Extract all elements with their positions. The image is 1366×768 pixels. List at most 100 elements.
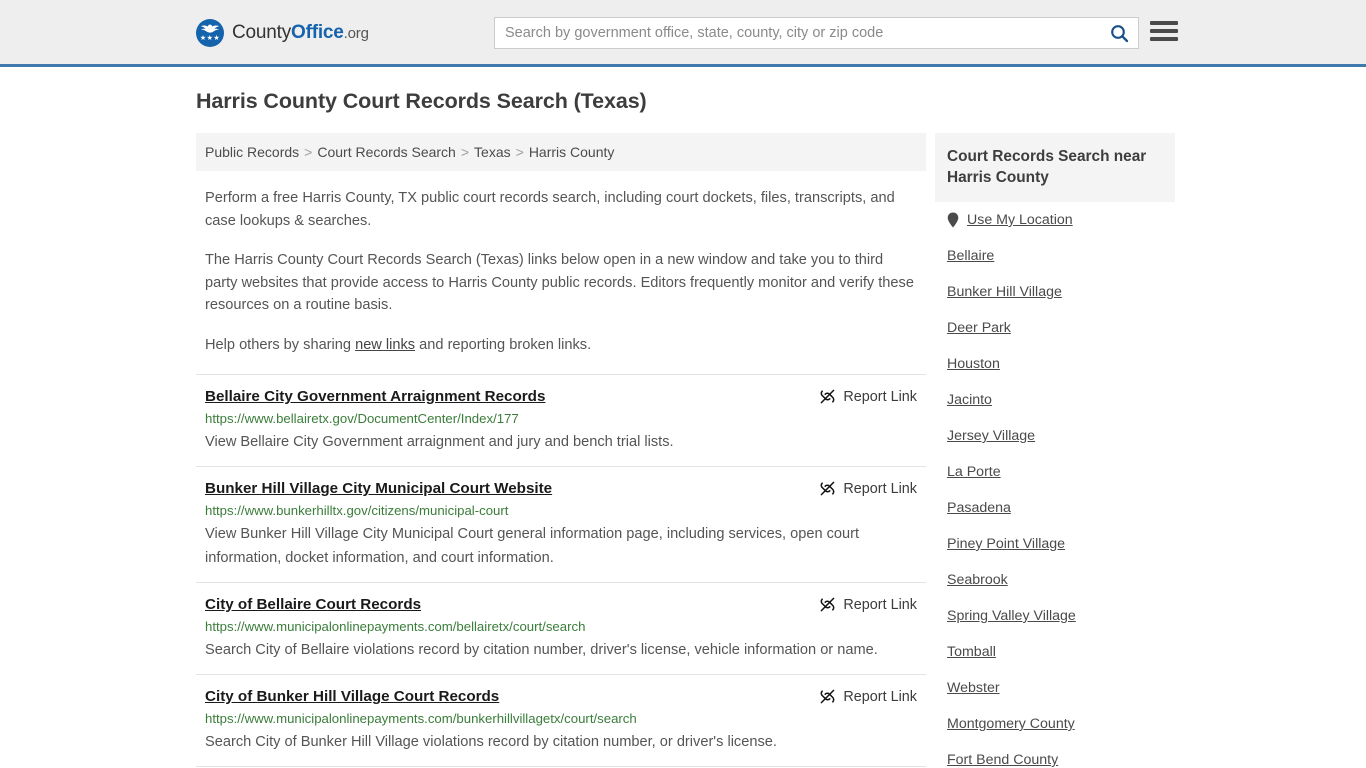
stars-icon: ★★★ <box>199 35 221 42</box>
sidebar-item-fort-bend-county[interactable]: Fort Bend County <box>947 742 1163 768</box>
breadcrumb-separator: > <box>460 144 470 160</box>
sidebar-link[interactable]: Tomball <box>947 644 996 660</box>
sidebar-link[interactable]: Pasadena <box>947 500 1011 516</box>
broken-link-icon <box>820 597 835 612</box>
breadcrumb-item-public-records[interactable]: Public Records <box>205 144 299 160</box>
sidebar-link[interactable]: Bellaire <box>947 248 994 264</box>
result-header: City of Bunker Hill Village Court Record… <box>205 687 917 707</box>
result-item: Bellaire City Government Arraignment Rec… <box>196 374 926 466</box>
sidebar-item-bunker-hill-village[interactable]: Bunker Hill Village <box>947 274 1163 310</box>
result-description: View Bunker Hill Village City Municipal … <box>205 526 860 566</box>
result-url: https://www.bellairetx.gov/DocumentCente… <box>205 411 519 426</box>
brand-wordmark: CountyOffice.org <box>232 22 369 44</box>
result-description: Search City of Bunker Hill Village viola… <box>205 734 777 750</box>
breadcrumb-item-court-records-search[interactable]: Court Records Search <box>317 144 456 160</box>
sidebar-link[interactable]: Houston <box>947 356 1000 372</box>
sidebar-title: Court Records Search near Harris County <box>935 133 1175 202</box>
content-row: Public Records > Court Records Search > Texa… <box>0 133 1366 768</box>
report-link-button[interactable]: Report Link <box>819 595 917 613</box>
sidebar-link[interactable]: Jersey Village <box>947 428 1035 444</box>
search-bar[interactable] <box>494 17 1139 49</box>
breadcrumb-item-harris-county[interactable]: Harris County <box>529 144 615 160</box>
report-link-button[interactable]: Report Link <box>819 479 917 497</box>
new-links-link[interactable]: new links <box>355 337 415 353</box>
result-description: View Bellaire City Government arraignmen… <box>205 434 674 450</box>
sidebar-item-pasadena[interactable]: Pasadena <box>947 490 1163 526</box>
search-icon <box>1110 24 1128 42</box>
search-button[interactable] <box>1100 18 1138 48</box>
broken-link-icon <box>820 481 835 496</box>
result-url: https://www.bunkerhilltx.gov/citizens/mu… <box>205 503 509 518</box>
sidebar-item-jersey-village[interactable]: Jersey Village <box>947 418 1163 454</box>
page-body: Harris County Court Records Search (Texa… <box>0 67 1366 768</box>
sidebar-item-spring-valley-village[interactable]: Spring Valley Village <box>947 598 1163 634</box>
report-link-label: Report Link <box>843 388 917 405</box>
sidebar-link[interactable]: Seabrook <box>947 572 1008 588</box>
sidebar-item-webster[interactable]: Webster <box>947 670 1163 706</box>
sidebar-item-bellaire[interactable]: Bellaire <box>947 238 1163 274</box>
result-title-link[interactable]: City of Bellaire Court Records <box>205 595 421 615</box>
report-link-label: Report Link <box>843 688 917 705</box>
sidebar-link[interactable]: Jacinto <box>947 392 992 408</box>
eagle-icon <box>200 24 220 33</box>
sidebar-item-piney-point-village[interactable]: Piney Point Village <box>947 526 1163 562</box>
sidebar-link[interactable]: Spring Valley Village <box>947 608 1076 624</box>
intro-section: Perform a free Harris County, TX public … <box>196 187 926 356</box>
breadcrumb-separator: > <box>515 144 524 160</box>
page-title: Harris County Court Records Search (Texa… <box>196 89 647 113</box>
report-link-label: Report Link <box>843 596 917 613</box>
hamburger-menu-icon[interactable] <box>1150 19 1178 43</box>
hamburger-bar-1 <box>1150 21 1178 25</box>
sidebar-item-houston[interactable]: Houston <box>947 346 1163 382</box>
result-url: https://www.municipalonlinepayments.com/… <box>205 619 586 634</box>
intro-p3-before: Help others by sharing <box>205 336 356 353</box>
result-header: City of Bellaire Court Records Report Li… <box>205 595 917 615</box>
sidebar-link[interactable]: Bunker Hill Village <box>947 284 1062 300</box>
sidebar-link[interactable]: Piney Point Village <box>947 536 1065 552</box>
sidebar-link[interactable]: Deer Park <box>947 320 1011 336</box>
intro-p3-after: and reporting broken links. <box>415 336 592 353</box>
result-description: Search City of Bellaire violations recor… <box>205 642 878 658</box>
hamburger-bar-3 <box>1150 37 1178 41</box>
sidebar-link[interactable]: La Porte <box>947 464 1001 480</box>
sidebar-item-deer-park[interactable]: Deer Park <box>947 310 1163 346</box>
report-link-button[interactable]: Report Link <box>819 687 917 705</box>
sidebar-item-seabrook[interactable]: Seabrook <box>947 562 1163 598</box>
breadcrumb-separator: > <box>304 144 313 160</box>
result-item: Bunker Hill Village City Municipal Court… <box>196 466 926 582</box>
result-title-link[interactable]: Bellaire City Government Arraignment Rec… <box>205 387 545 407</box>
county-office-eagle-logo-icon: ★★★ <box>196 19 224 47</box>
map-pin-icon <box>947 212 959 228</box>
sidebar-item-montgomery-county[interactable]: Montgomery County <box>947 706 1163 742</box>
intro-paragraph-1: Perform a free Harris County, TX public … <box>205 190 895 229</box>
main-column: Public Records > Court Records Search > Texa… <box>196 133 926 768</box>
sidebar-item-jacinto[interactable]: Jacinto <box>947 382 1163 418</box>
brand-part-office: Office <box>291 22 344 43</box>
sidebar-item-tomball[interactable]: Tomball <box>947 634 1163 670</box>
result-url: https://www.municipalonlinepayments.com/… <box>205 711 637 726</box>
breadcrumb-item-texas[interactable]: Texas <box>474 144 511 160</box>
intro-paragraph-3: Help others by sharing new links and rep… <box>205 334 917 357</box>
broken-link-icon <box>820 389 835 404</box>
site-header: ★★★ CountyOffice.org <box>0 0 1366 67</box>
intro-paragraph-2: The Harris County Court Records Search (… <box>205 252 914 313</box>
sidebar-link[interactable]: Webster <box>947 680 1000 696</box>
brand-part-county: County <box>232 22 292 43</box>
use-my-location-link[interactable]: Use My Location <box>967 212 1073 228</box>
result-item: City of Bunker Hill Village Court Record… <box>196 674 926 766</box>
site-logo[interactable]: ★★★ CountyOffice.org <box>196 19 369 47</box>
breadcrumb: Public Records > Court Records Search > Texa… <box>196 133 926 171</box>
search-input[interactable] <box>495 18 1100 48</box>
sidebar-item-la-porte[interactable]: La Porte <box>947 454 1163 490</box>
broken-link-icon <box>820 689 835 704</box>
sidebar: Court Records Search near Harris County … <box>935 133 1175 768</box>
sidebar-link[interactable]: Montgomery County <box>947 716 1075 732</box>
result-header: Bellaire City Government Arraignment Rec… <box>205 387 917 407</box>
result-title-link[interactable]: City of Bunker Hill Village Court Record… <box>205 687 499 707</box>
results-list: Bellaire City Government Arraignment Rec… <box>196 374 926 768</box>
hamburger-bar-2 <box>1150 29 1178 33</box>
report-link-button[interactable]: Report Link <box>819 387 917 405</box>
result-title-link[interactable]: Bunker Hill Village City Municipal Court… <box>205 479 552 499</box>
sidebar-item-use-my-location[interactable]: Use My Location <box>947 202 1163 238</box>
sidebar-link[interactable]: Fort Bend County <box>947 752 1058 768</box>
